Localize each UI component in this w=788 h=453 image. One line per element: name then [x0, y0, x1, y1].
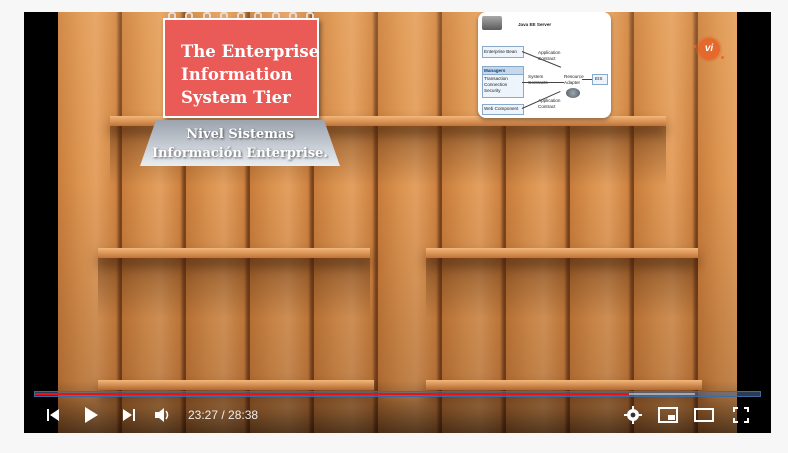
settings-button[interactable] — [622, 405, 644, 425]
volume-button[interactable] — [152, 405, 174, 425]
play-button[interactable] — [80, 405, 102, 425]
theater-mode-button[interactable] — [692, 405, 716, 425]
wood-background — [58, 12, 737, 433]
server-icon — [482, 16, 502, 30]
fullscreen-icon — [733, 407, 749, 423]
progress-bar[interactable] — [34, 391, 761, 397]
time-separator: / — [218, 408, 229, 422]
time-display: 23:27 / 28:38 — [188, 408, 258, 422]
diagram-managers: Managers — [484, 68, 506, 73]
previous-button[interactable] — [44, 405, 62, 425]
shelf-middle-left — [98, 248, 370, 258]
progress-buffered — [628, 393, 695, 395]
diagram-server-label: Java EE Server — [518, 22, 552, 27]
theater-icon — [694, 408, 714, 422]
subtitle-banner-text: Nivel Sistemas Información Enterprise. — [152, 127, 328, 161]
diagram-security: Security — [484, 88, 501, 93]
play-icon — [85, 407, 98, 423]
current-time: 23:27 — [188, 408, 219, 422]
fullscreen-button[interactable] — [730, 405, 752, 425]
gear-icon — [566, 88, 580, 98]
shelf-middle-right — [426, 248, 698, 258]
architecture-diagram: Java EE Server Enterprise Bean Applicati… — [478, 12, 611, 118]
diagram-transaction: Transaction — [484, 76, 508, 81]
miniplayer-icon — [658, 407, 678, 423]
next-button[interactable] — [120, 405, 138, 425]
diagram-enterprise-bean: Enterprise Bean — [484, 49, 517, 54]
shelf-middle-left-shadow — [98, 258, 370, 318]
diagram-arrow — [582, 79, 592, 80]
channel-logo: vi — [698, 38, 720, 60]
diagram-arrow — [522, 82, 564, 83]
previous-icon — [47, 409, 59, 421]
video-player[interactable]: The Enterprise Information System Tier N… — [24, 12, 771, 433]
diagram-web-component: Web Component — [484, 106, 519, 111]
diagram-system-contracts: System Contracts — [528, 74, 548, 85]
diagram-eis: EIS — [595, 76, 603, 81]
miniplayer-button[interactable] — [656, 405, 680, 425]
logo-dot — [693, 45, 696, 48]
video-frame[interactable]: The Enterprise Information System Tier N… — [58, 12, 737, 433]
diagram-connection: Connection — [484, 82, 508, 87]
title-notepad: The Enterprise Information System Tier — [163, 18, 319, 118]
volume-icon — [155, 408, 169, 422]
shelf-middle-right-shadow — [426, 258, 698, 318]
settings-icon — [624, 406, 642, 424]
next-icon — [123, 409, 135, 421]
progress-played — [35, 393, 629, 395]
duration: 28:38 — [228, 408, 259, 422]
notepad-title: The Enterprise Information System Tier — [181, 42, 320, 107]
logo-dot — [721, 56, 724, 59]
